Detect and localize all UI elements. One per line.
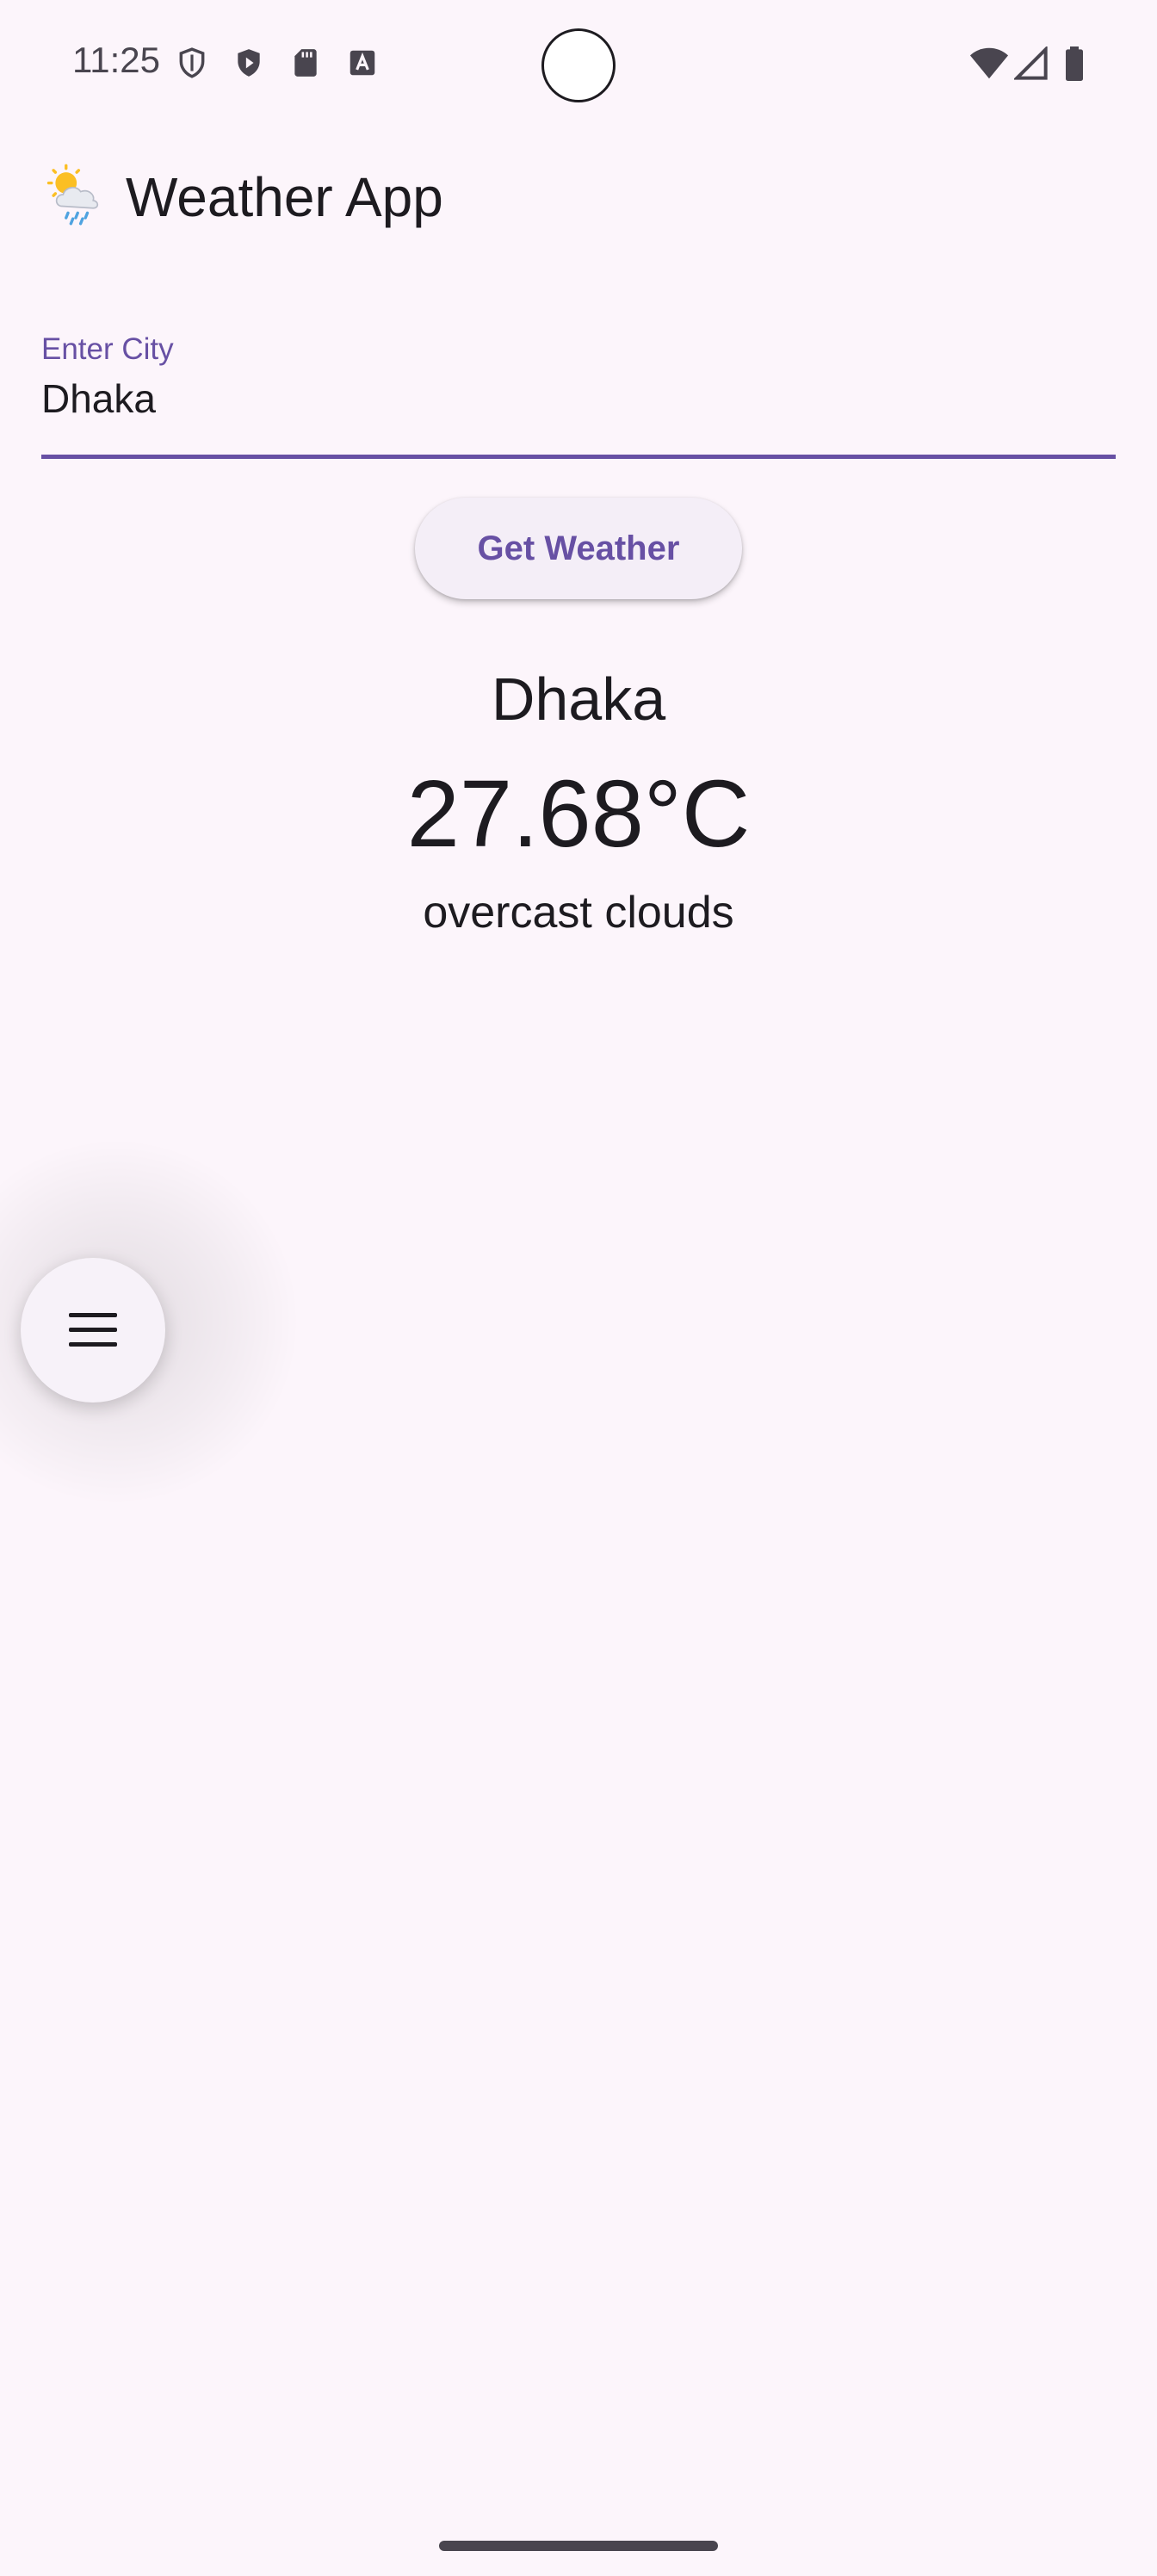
city-field-label: Enter City [41, 332, 174, 366]
sd-card-icon [294, 49, 317, 77]
weather-description: overcast clouds [423, 888, 734, 938]
app-screen: 11:25 Weather App Enter City Dhaka Get W… [0, 0, 1157, 2576]
hamburger-menu-icon [69, 1313, 117, 1347]
status-time: 11:25 [72, 40, 160, 80]
font-a-icon [350, 50, 375, 76]
get-weather-button[interactable]: Get Weather [415, 498, 742, 599]
menu-fab-button[interactable] [21, 1258, 165, 1403]
gesture-navigation-bar[interactable] [439, 2541, 718, 2551]
app-title: Weather App [126, 166, 443, 228]
city-field-underline [41, 455, 1116, 459]
weather-temperature: 27.68°C [406, 761, 751, 867]
cell-signal-icon [1014, 46, 1048, 80]
sun-behind-rain-cloud-icon [46, 164, 99, 226]
shield-outline-icon [179, 47, 205, 78]
weather-city: Dhaka [491, 666, 666, 733]
city-input[interactable] [41, 368, 1116, 429]
wifi-icon [969, 47, 1009, 79]
status-bar: 11:25 [0, 0, 1157, 129]
camera-cutout [541, 28, 616, 102]
app-bar: Weather App [0, 146, 1157, 258]
shield-play-icon [238, 49, 260, 77]
city-text-field[interactable]: Enter City [41, 332, 1116, 461]
battery-icon [1066, 46, 1083, 81]
